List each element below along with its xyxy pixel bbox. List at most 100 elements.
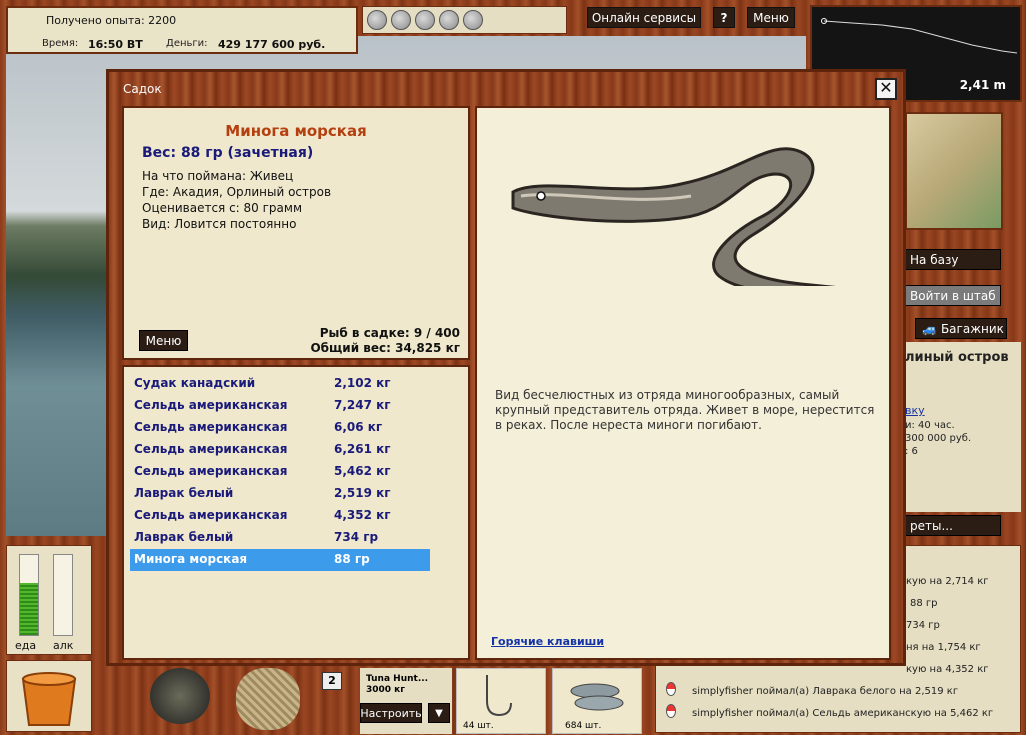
catch-row[interactable]: Сельдь американская 5,462 кг [130,461,430,483]
bait-icon[interactable] [463,10,483,30]
food-gauge [19,554,39,636]
dropdown-icon[interactable]: ▼ [428,703,450,723]
total-weight: Общий вес: 34,825 кг [310,341,460,355]
lamprey-image [511,147,837,286]
bait-icon[interactable] [391,10,411,30]
bait-icon[interactable] [439,10,459,30]
location-map[interactable] [905,112,1003,230]
help-button[interactable]: ? [713,7,735,28]
feed-line: simplyfisher поймал(а) Лаврака белого на… [692,686,959,697]
license-link[interactable]: вку [905,404,925,417]
catch-row[interactable]: Сельдь американская 6,06 кг [130,417,430,439]
feed-line: simplyfisher поймал(а) Сельдь американск… [692,708,994,719]
online-services-button[interactable]: Онлайн сервисы [587,7,701,28]
time-value: 16:50 ВТ [88,38,143,51]
hook-slot[interactable]: 44 шт. [456,668,546,734]
setup-button[interactable]: Настроить [360,703,422,723]
bait-slots [362,6,567,34]
enter-hq-button[interactable]: Войти в штаб [903,285,1001,306]
catch-row-weight: 6,06 кг [334,420,383,434]
catch-row-name: Сельдь американская [134,442,288,456]
fish-weight: Вес: 88 гр (зачетная) [142,145,314,161]
catch-row-weight: 7,247 кг [334,398,391,412]
catch-row-weight: 6,261 кг [334,442,391,456]
catch-row-name: Сельдь американская [134,398,288,412]
info-line: ​: 6 [905,446,918,457]
close-icon[interactable]: ✕ [875,78,897,100]
fish-kind: Вид: Ловится постоянно [142,217,297,231]
bucket-graphic [21,672,77,726]
alcohol-gauge [53,554,73,636]
info-line: и: 40 час. [905,420,955,431]
catch-row[interactable]: Минога морская 88 гр [130,549,430,571]
to-base-button[interactable]: На базу [903,249,1001,270]
fish-bait: На что поймана: Живец [142,169,294,183]
fish-description-panel: Вид бесчелюстных из отряда миногообразны… [475,106,891,660]
catch-list: Судак канадский 2,102 кг Сельдь американск… [122,365,470,660]
catch-row[interactable]: Сельдь американская 4,352 кг [130,505,430,527]
player-stats-panel: Получено опыта: 2200 Время: 16:50 ВТ Ден… [6,6,358,54]
catch-row-weight: 2,519 кг [334,486,391,500]
tackle-weight: 3000 кг [366,685,405,695]
fish-rated: Оценивается с: 80 грамм [142,201,302,215]
catch-row-name: Минога морская [134,552,248,566]
tackle-panel: Tuna Hunt... 3000 кг Настроить ▼ [360,668,452,734]
fish-bait-icon [570,683,624,711]
hook-count: 44 шт. [463,721,494,731]
fish-name: Минога морская [225,122,367,140]
feed-line: кую на 2,714 кг [906,576,989,587]
fish-info-panel: Минога морская Вес: 88 гр (зачетная) На … [122,106,470,360]
hotkeys-link[interactable]: Горячие клавиши [491,635,604,648]
bait-fish-slot[interactable]: 684 шт. [552,668,642,734]
fish-description: Вид бесчелюстных из отряда миногообразны… [495,388,875,432]
catch-row[interactable]: Судак канадский 2,102 кг [130,373,430,395]
catch-row-weight: 2,102 кг [334,376,391,390]
depth-value: 2,41 m [959,78,1006,92]
trunk-label: Багажник [940,321,1004,336]
hook-icon [486,675,512,717]
dialog-title: Садок [123,82,162,96]
alcohol-label: алк [53,639,74,652]
keepnet-dialog: Садок ✕ Минога морская Вес: 88 гр (зачет… [106,69,906,666]
location-name: линый остров [905,350,1009,365]
landing-net-icon[interactable] [236,668,300,730]
catch-row-name: Лаврак белый [134,486,234,500]
car-icon: 🚙 [922,321,937,336]
catch-row-name: Судак канадский [134,376,256,390]
money-label: Деньги: [166,38,208,49]
bait-icon[interactable] [367,10,387,30]
tackle-name: Tuna Hunt... [366,674,429,684]
needs-gauges: еда алк [6,545,92,655]
catch-row-name: Сельдь американская [134,464,288,478]
catch-row-name: Сельдь американская [134,420,288,434]
fish-location: Где: Акадия, Орлиный остров [142,185,332,199]
catch-row-weight: 734 гр [334,530,379,544]
catch-row[interactable]: Сельдь американская 6,261 кг [130,439,430,461]
bait-icon[interactable] [415,10,435,30]
catch-row-name: Сельдь американская [134,508,288,522]
main-menu-button[interactable]: Меню [747,7,795,28]
location-info: линый остров вку и: 40 час. 300 000 руб.… [895,342,1021,512]
trunk-button[interactable]: 🚙 Багажник [915,318,1007,339]
feed-line: кую на 4,352 кг [906,664,989,675]
slot-number-badge: 2 [322,672,342,690]
time-label: Время: [42,38,79,49]
bucket-icon[interactable] [6,660,92,732]
catch-row-name: Лаврак белый [134,530,234,544]
keepnet-menu-button[interactable]: Меню [139,330,188,351]
food-label: еда [15,639,37,652]
catch-row[interactable]: Лаврак белый 2,519 кг [130,483,430,505]
catch-row-weight: 5,462 кг [334,464,391,478]
feed-line: ня на 1,754 кг [906,642,981,653]
fish-count: Рыб в садке: 9 / 400 [319,326,460,340]
food-gauge-fill [20,583,38,635]
secrets-button[interactable]: реты... [903,515,1001,536]
catch-row[interactable]: Лаврак белый 734 гр [130,527,430,549]
xp-text: Получено опыта: 2200 [46,14,177,27]
catch-row[interactable]: Сельдь американская 7,247 кг [130,395,430,417]
money-value: 429 177 600 руб. [218,38,326,51]
info-line: 300 000 руб. [905,433,972,444]
feed-line: 88 гр [910,598,938,609]
food-pot-icon[interactable] [150,668,210,724]
bait-fish-count: 684 шт. [565,721,602,731]
